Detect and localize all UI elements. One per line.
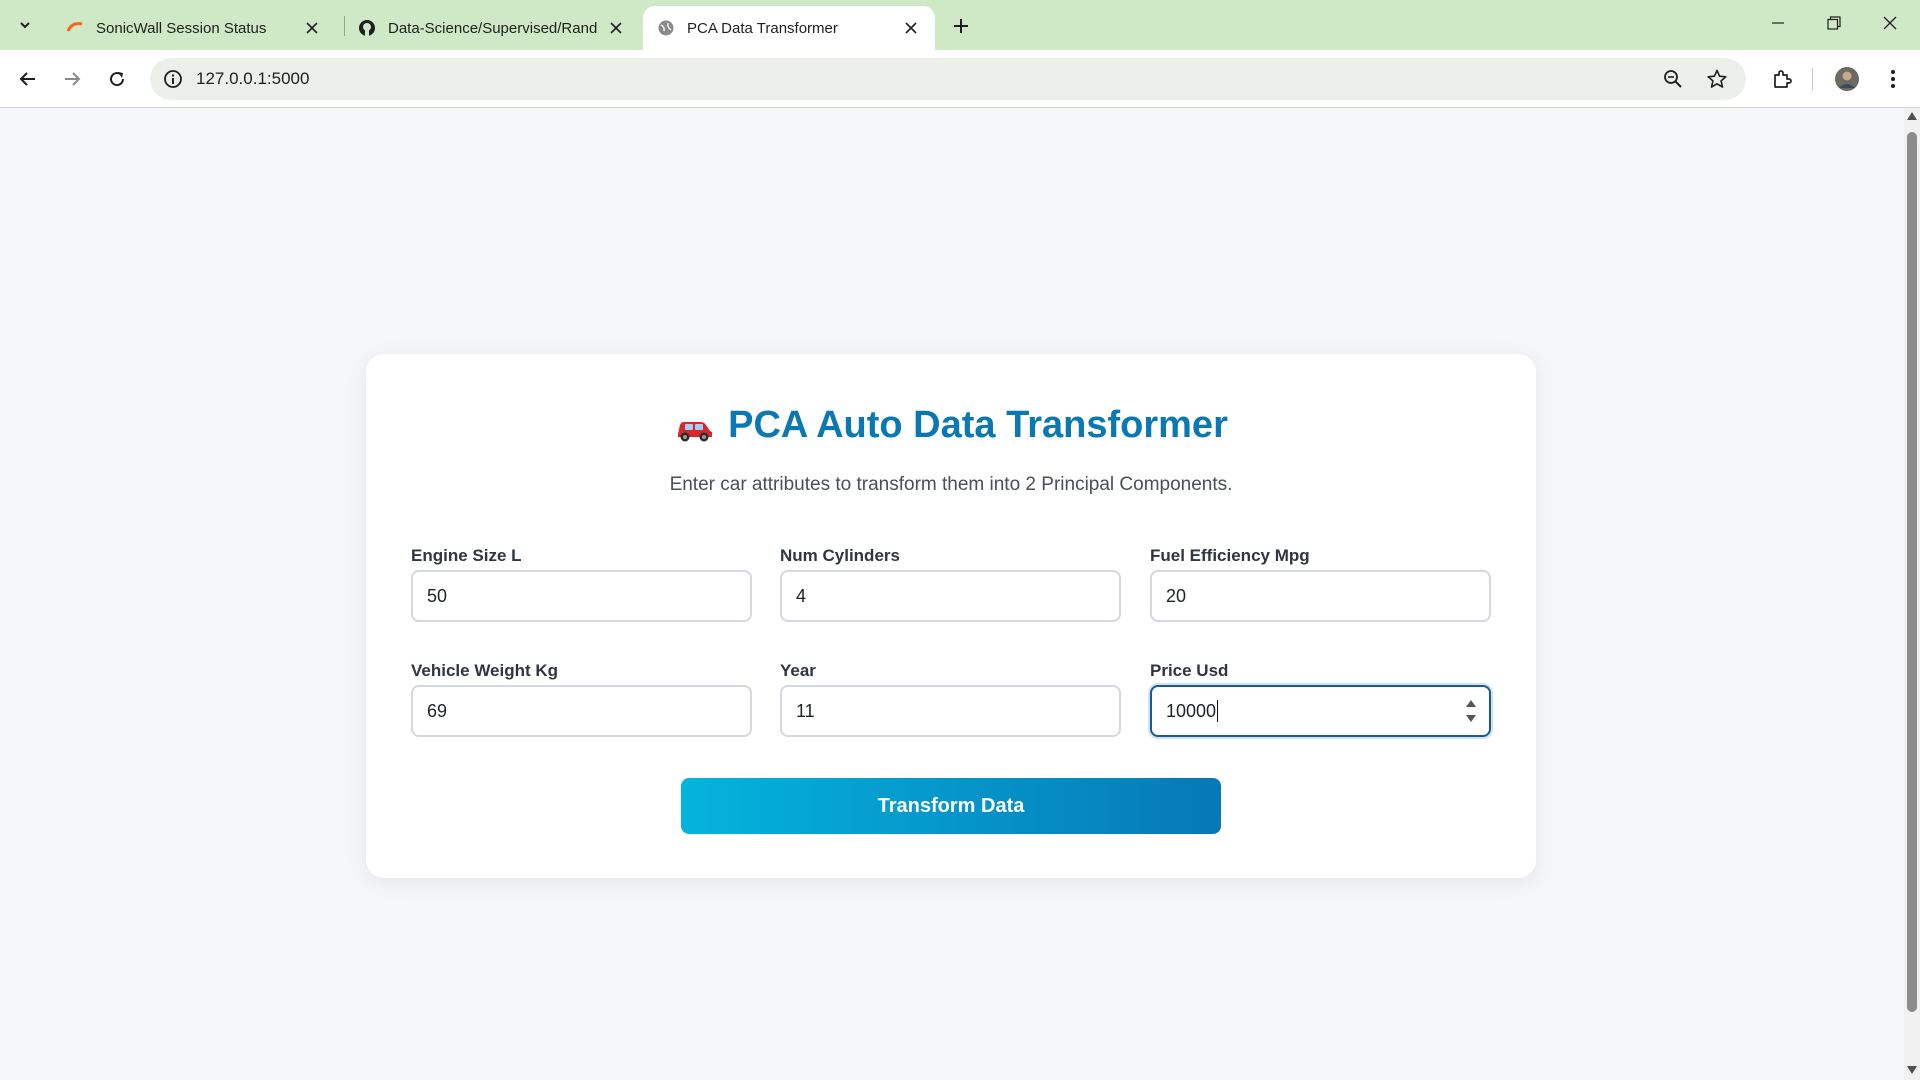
- restore-button[interactable]: [1806, 0, 1862, 46]
- field-num-cylinders: Num Cylinders 4: [780, 546, 1121, 622]
- field-vehicle-weight: Vehicle Weight Kg 69: [411, 661, 752, 737]
- close-window-button[interactable]: [1862, 0, 1918, 46]
- tab-github[interactable]: Data-Science/Supervised/Rand: [344, 6, 640, 50]
- tab-title: SonicWall Session Status: [96, 19, 267, 37]
- page-subtitle: Enter car attributes to transform them i…: [669, 474, 1233, 495]
- engine-size-input[interactable]: 50: [411, 570, 752, 622]
- new-tab-button[interactable]: [947, 12, 975, 40]
- back-arrow-icon: [19, 72, 35, 86]
- vehicle-weight-input[interactable]: 69: [411, 685, 752, 737]
- field-label: Num Cylinders: [780, 546, 900, 565]
- tab-search-button[interactable]: [10, 10, 40, 40]
- tab-title: Data-Science/Supervised/Rand: [388, 19, 598, 37]
- field-label: Year: [780, 661, 816, 680]
- vertical-scrollbar[interactable]: [1904, 108, 1920, 1080]
- text-caret: [1217, 700, 1219, 722]
- close-icon: [1883, 16, 1897, 30]
- url-text[interactable]: 127.0.0.1:5000: [196, 69, 309, 89]
- close-icon[interactable]: [302, 18, 322, 38]
- plus-icon: [954, 19, 968, 33]
- tab-title: PCA Data Transformer: [687, 19, 838, 37]
- zoom-icon[interactable]: [1662, 68, 1684, 90]
- car-icon: [674, 411, 714, 441]
- extensions-button[interactable]: [1766, 63, 1798, 95]
- field-price-usd: Price Usd 10000: [1150, 661, 1491, 737]
- page-title: PCA Auto Data Transformer: [728, 404, 1228, 446]
- back-button[interactable]: [12, 63, 44, 95]
- github-icon: [358, 19, 376, 37]
- num-cylinders-input[interactable]: 4: [780, 570, 1121, 622]
- avatar-icon: [1835, 67, 1859, 91]
- scroll-down-arrow-icon[interactable]: [1907, 1066, 1917, 1074]
- input-value: 10000: [1166, 700, 1217, 721]
- field-label: Fuel Efficiency Mpg: [1150, 546, 1310, 565]
- spin-down-icon[interactable]: [1466, 715, 1476, 722]
- more-vertical-icon: [1891, 70, 1895, 88]
- spin-up-icon[interactable]: [1466, 700, 1476, 707]
- page-title-row: PCA Auto Data Transformer: [366, 404, 1536, 447]
- minimize-button[interactable]: [1750, 0, 1806, 46]
- input-value: 11: [796, 700, 815, 721]
- close-icon[interactable]: [901, 18, 921, 38]
- forward-button[interactable]: [56, 63, 88, 95]
- minimize-icon: [1772, 22, 1784, 24]
- field-fuel-efficiency: Fuel Efficiency Mpg 20: [1150, 546, 1491, 622]
- field-label: Price Usd: [1150, 661, 1229, 680]
- globe-icon: [657, 19, 675, 37]
- sonicwall-icon: [66, 19, 84, 37]
- field-engine-size: Engine Size L 50: [411, 546, 752, 622]
- puzzle-icon: [1774, 70, 1792, 88]
- field-year: Year 11: [780, 661, 1121, 737]
- tab-sonicwall[interactable]: SonicWall Session Status: [52, 6, 336, 50]
- price-usd-input[interactable]: 10000: [1150, 685, 1491, 737]
- browser-toolbar: 127.0.0.1:5000: [0, 50, 1920, 108]
- reload-icon: [110, 72, 125, 87]
- restore-icon: [1827, 16, 1841, 30]
- input-value: 50: [427, 585, 448, 606]
- tab-strip: SonicWall Session Status Data-Science/Su…: [0, 0, 1920, 50]
- scroll-thumb[interactable]: [1907, 132, 1917, 1012]
- bookmark-star-icon[interactable]: [1706, 68, 1728, 90]
- profile-avatar[interactable]: [1831, 63, 1863, 95]
- address-bar[interactable]: 127.0.0.1:5000: [150, 58, 1746, 100]
- reload-button[interactable]: [101, 63, 133, 95]
- input-value: 4: [796, 585, 807, 606]
- browser-menu-button[interactable]: [1877, 63, 1909, 95]
- forward-arrow-icon: [65, 72, 81, 86]
- input-value: 69: [427, 700, 448, 721]
- transformer-card: PCA Auto Data Transformer Enter car attr…: [366, 354, 1536, 878]
- input-value: 20: [1166, 585, 1187, 606]
- fuel-efficiency-input[interactable]: 20: [1150, 570, 1491, 622]
- site-info-icon[interactable]: [162, 68, 184, 90]
- toolbar-separator: [1812, 68, 1813, 90]
- year-input[interactable]: 11: [780, 685, 1121, 737]
- close-icon[interactable]: [606, 18, 626, 38]
- field-label: Vehicle Weight Kg: [411, 661, 559, 680]
- tab-pca-transformer[interactable]: PCA Data Transformer: [643, 6, 935, 50]
- transform-data-button[interactable]: Transform Data: [681, 778, 1221, 834]
- scroll-up-arrow-icon[interactable]: [1907, 112, 1917, 120]
- field-label: Engine Size L: [411, 546, 522, 565]
- chevron-down-icon: [20, 22, 30, 29]
- number-spinner[interactable]: [1465, 699, 1477, 725]
